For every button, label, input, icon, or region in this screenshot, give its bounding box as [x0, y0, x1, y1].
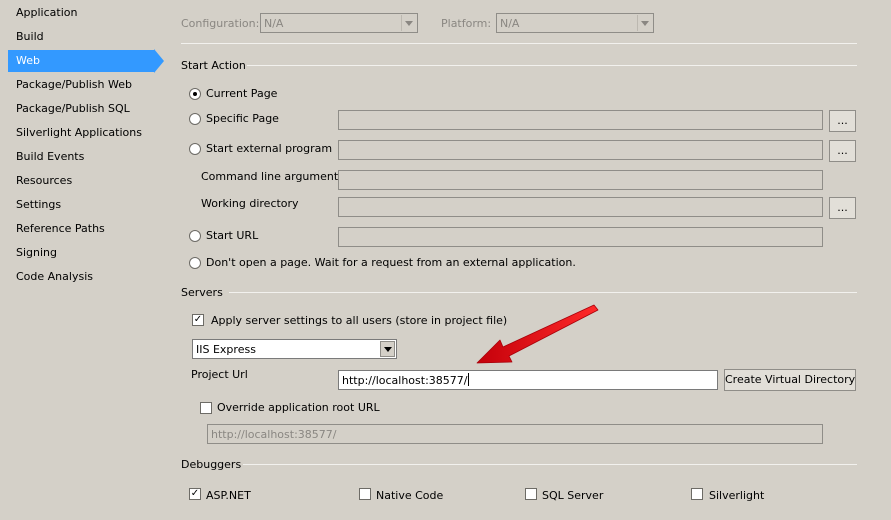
sidebar-item-package-publish-web[interactable]: Package/Publish Web [8, 74, 154, 96]
platform-value: N/A [500, 17, 520, 30]
server-type-select[interactable]: IIS Express [192, 339, 397, 359]
start-url-label[interactable]: Start URL [206, 228, 258, 244]
command-line-arguments-label: Command line arguments [201, 170, 344, 183]
project-url-label: Project Url [191, 368, 248, 381]
sidebar-item-settings[interactable]: Settings [8, 194, 154, 216]
sidebar-item-web[interactable]: Web [8, 50, 154, 72]
apply-all-users-label[interactable]: Apply server settings to all users (stor… [211, 313, 507, 329]
aspnet-checkbox[interactable]: ✓ [189, 488, 201, 500]
start-action-title: Start Action [181, 59, 246, 72]
override-root-url-value: http://localhost:38577/ [211, 428, 337, 441]
native-code-checkbox[interactable] [359, 488, 371, 500]
working-directory-label: Working directory [201, 197, 299, 210]
project-url-value: http://localhost:38577/ [342, 373, 470, 387]
native-code-label[interactable]: Native Code [376, 488, 443, 504]
dont-open-page-label[interactable]: Don't open a page. Wait for a request fr… [206, 255, 576, 271]
divider [247, 65, 857, 66]
silverlight-checkbox[interactable] [691, 488, 703, 500]
debuggers-title: Debuggers [181, 458, 242, 471]
sidebar-item-build[interactable]: Build [8, 26, 154, 48]
chevron-down-icon [637, 15, 652, 31]
command-line-arguments-input[interactable] [338, 170, 823, 190]
configuration-select: N/A [260, 13, 418, 33]
project-url-input[interactable]: http://localhost:38577/ [338, 370, 718, 390]
radio-start-external-program[interactable] [189, 143, 201, 155]
platform-select: N/A [496, 13, 654, 33]
divider [229, 292, 857, 293]
checkmark-icon: ✓ [190, 488, 200, 499]
sidebar-item-signing[interactable]: Signing [8, 242, 154, 264]
radio-start-url[interactable] [189, 230, 201, 242]
working-directory-input[interactable] [338, 197, 823, 217]
platform-label: Platform: [441, 17, 492, 30]
radio-current-page[interactable] [189, 88, 201, 100]
sql-server-label[interactable]: SQL Server [542, 488, 603, 504]
create-virtual-directory-button[interactable]: Create Virtual Directory [724, 369, 856, 391]
sidebar-item-code-analysis[interactable]: Code Analysis [8, 266, 154, 288]
chevron-down-icon [401, 15, 416, 31]
external-program-input[interactable] [338, 140, 823, 160]
sidebar-item-build-events[interactable]: Build Events [8, 146, 154, 168]
aspnet-label[interactable]: ASP.NET [206, 488, 251, 504]
configuration-label: Configuration: [181, 17, 260, 30]
override-root-url-input: http://localhost:38577/ [207, 424, 823, 444]
override-root-url-label[interactable]: Override application root URL [217, 400, 380, 416]
chevron-down-icon[interactable] [380, 341, 395, 357]
divider [181, 43, 857, 44]
external-program-browse-button[interactable]: ... [829, 140, 856, 162]
start-external-program-label[interactable]: Start external program [206, 141, 332, 157]
override-root-url-checkbox[interactable] [200, 402, 212, 414]
specific-page-input[interactable] [338, 110, 823, 130]
radio-dont-open-page[interactable] [189, 257, 201, 269]
server-type-value: IIS Express [196, 343, 256, 356]
active-pointer [154, 49, 164, 73]
sql-server-checkbox[interactable] [525, 488, 537, 500]
current-page-label[interactable]: Current Page [206, 86, 277, 102]
apply-all-users-checkbox[interactable]: ✓ [192, 314, 204, 326]
specific-page-label[interactable]: Specific Page [206, 111, 279, 127]
sidebar-item-resources[interactable]: Resources [8, 170, 154, 192]
servers-title: Servers [181, 286, 223, 299]
sidebar: Application Build Web Package/Publish We… [0, 0, 168, 520]
checkmark-icon: ✓ [193, 314, 203, 325]
divider [243, 464, 857, 465]
specific-page-browse-button[interactable]: ... [829, 110, 856, 132]
radio-selected-dot [193, 92, 197, 96]
configuration-value: N/A [264, 17, 284, 30]
working-directory-browse-button[interactable]: ... [829, 197, 856, 219]
sidebar-item-package-publish-sql[interactable]: Package/Publish SQL [8, 98, 154, 120]
sidebar-item-reference-paths[interactable]: Reference Paths [8, 218, 154, 240]
sidebar-item-application[interactable]: Application [8, 2, 154, 24]
start-url-input[interactable] [338, 227, 823, 247]
silverlight-label[interactable]: Silverlight [709, 488, 764, 504]
sidebar-item-silverlight-applications[interactable]: Silverlight Applications [8, 122, 154, 144]
radio-specific-page[interactable] [189, 113, 201, 125]
